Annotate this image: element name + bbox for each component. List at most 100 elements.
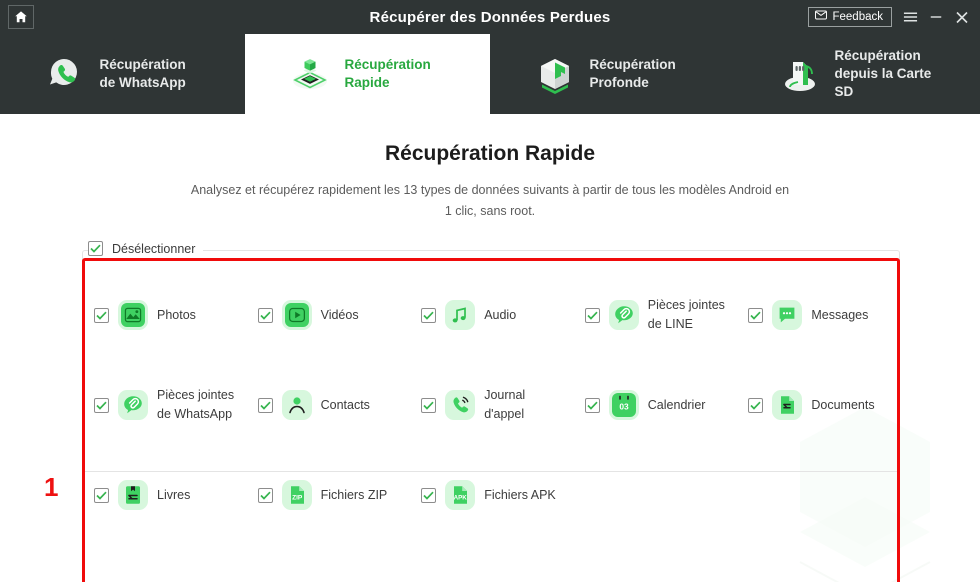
data-type-label: Audio (484, 307, 517, 322)
data-type-photos[interactable]: Photos (82, 270, 246, 360)
application-window: Récupérer des Données Perdues Feedback R… (0, 0, 980, 582)
calendar-icon: 03 (608, 389, 640, 421)
check-icon (423, 401, 434, 410)
data-type-contacts[interactable]: Contacts (246, 360, 410, 450)
data-type-row: Photos Vidéos Audio Pièces jointes de LI… (82, 270, 900, 360)
check-icon (259, 401, 271, 410)
data-type-apk-files[interactable]: APK Fichiers APK (409, 450, 573, 540)
data-type-label: Vidéos (320, 307, 359, 322)
data-type-audio[interactable]: Audio (409, 270, 573, 360)
tab-label: Récupération Profonde (589, 57, 676, 90)
checkbox-box[interactable] (257, 487, 273, 503)
tab-sd-card-recovery[interactable]: Récupération depuis la Carte SD (735, 34, 980, 114)
data-type-messages[interactable]: Messages (736, 270, 900, 360)
tab-label: Récupération Rapide (344, 57, 431, 90)
data-type-label: Journal d'appel (484, 388, 526, 421)
sd-card-icon (776, 50, 824, 98)
data-type-videos[interactable]: Vidéos (246, 270, 410, 360)
whatsapp-attachment-clip-icon (117, 389, 149, 421)
book-icon (117, 479, 149, 511)
feedback-button[interactable]: Feedback (808, 7, 892, 27)
whatsapp-phone-icon (41, 50, 89, 98)
zip-label-text: ZIP (292, 494, 303, 501)
data-type-zip-files[interactable]: ZIP Fichiers ZIP (246, 450, 410, 540)
call-log-phone-icon (444, 389, 476, 421)
window-controls: Feedback (808, 0, 970, 34)
check-icon (750, 311, 761, 320)
data-type-label: Contacts (320, 397, 370, 412)
page-title: Récupération Rapide (384, 142, 596, 165)
data-type-label: Messages (811, 307, 869, 322)
data-type-documents[interactable]: Documents (736, 360, 900, 450)
data-type-books[interactable]: Livres (82, 450, 246, 540)
zip-file-icon: ZIP (281, 479, 313, 511)
page-description: Analysez et récupérez rapidement les 13 … (190, 183, 790, 218)
check-icon (96, 311, 107, 320)
data-type-label: Pièces jointes de LINE (647, 298, 725, 331)
deep-box-icon (531, 50, 579, 98)
home-button[interactable] (8, 5, 34, 29)
checkbox-box[interactable] (257, 307, 273, 323)
checkbox-box[interactable] (421, 307, 437, 323)
envelope-icon (815, 10, 828, 23)
data-type-calendar[interactable]: 03 Calendrier (573, 360, 737, 450)
checkbox-box[interactable] (94, 397, 109, 413)
checkbox-box[interactable] (94, 487, 109, 503)
line-attachment-clip-icon (608, 299, 640, 331)
music-note-icon (444, 299, 476, 331)
document-file-icon (771, 389, 803, 421)
data-type-label: Fichiers ZIP (320, 487, 388, 502)
empty-cell (736, 450, 900, 540)
check-icon (423, 491, 434, 500)
checkbox-box[interactable] (748, 307, 764, 323)
check-icon (259, 311, 271, 320)
data-type-label: Livres (157, 487, 191, 502)
check-icon (259, 491, 271, 500)
data-type-label: Documents (811, 397, 875, 412)
tab-label: Récupération de WhatsApp (99, 57, 186, 90)
apk-label-text: APK (454, 494, 468, 501)
minimize-icon[interactable] (928, 8, 944, 26)
photo-image-icon (117, 299, 149, 331)
data-type-line-attachments[interactable]: Pièces jointes de LINE (573, 270, 737, 360)
tab-label: Récupération depuis la Carte SD (834, 48, 932, 99)
deselect-all-checkbox[interactable]: Désélectionner (88, 241, 204, 256)
check-icon (96, 491, 107, 500)
data-type-grid: Photos Vidéos Audio Pièces jointes de LI… (82, 258, 900, 582)
tab-deep-recovery[interactable]: Récupération Profonde (490, 34, 735, 114)
data-type-label: Pièces jointes de WhatsApp (157, 388, 235, 421)
check-icon (423, 311, 434, 320)
checkbox-box (88, 241, 103, 256)
checkbox-box[interactable] (257, 397, 273, 413)
checkbox-box[interactable] (584, 307, 600, 323)
navigation-tabs: Récupération de WhatsApp Récupération Ra… (0, 34, 980, 114)
data-type-label: Fichiers APK (484, 487, 556, 502)
apk-file-icon: APK (444, 479, 476, 511)
checkbox-box[interactable] (94, 307, 109, 323)
checkbox-box[interactable] (421, 397, 437, 413)
check-icon (90, 244, 101, 253)
hamburger-menu-icon[interactable] (902, 8, 918, 26)
empty-cell (573, 450, 737, 540)
contact-person-icon (281, 389, 313, 421)
check-icon (587, 401, 598, 410)
close-icon[interactable] (954, 8, 970, 26)
checkbox-box[interactable] (421, 487, 437, 503)
check-icon (587, 311, 598, 320)
green-cube-scan-icon (286, 50, 334, 98)
data-type-call-log[interactable]: Journal d'appel (409, 360, 573, 450)
annotation-marker-1: 1 (44, 472, 59, 502)
data-type-whatsapp-attachments[interactable]: Pièces jointes de WhatsApp (82, 360, 246, 450)
check-icon (750, 401, 761, 410)
checkbox-box[interactable] (748, 397, 764, 413)
tab-whatsapp-recovery[interactable]: Récupération de WhatsApp (0, 34, 245, 114)
deselect-all-label: Désélectionner (112, 241, 196, 256)
tab-quick-recovery[interactable]: Récupération Rapide (245, 34, 490, 114)
data-type-label: Photos (157, 307, 196, 322)
message-bubble-icon (771, 299, 803, 331)
checkbox-box[interactable] (584, 397, 600, 413)
title-bar: Récupérer des Données Perdues Feedback (0, 0, 980, 34)
data-type-row: Pièces jointes de WhatsApp Contacts Jour… (82, 360, 900, 450)
main-content: Récupération Rapide Analysez et récupére… (0, 114, 980, 582)
data-type-label: Calendrier (647, 397, 706, 412)
